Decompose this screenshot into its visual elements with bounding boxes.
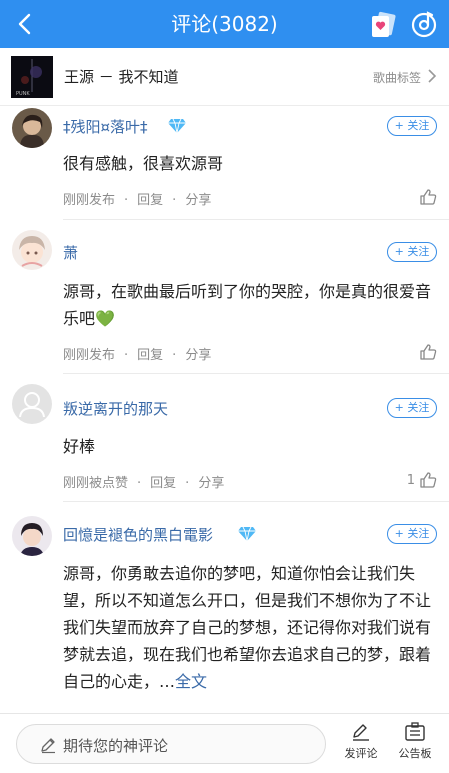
follow-button[interactable]: + 关注 [387, 524, 437, 544]
notice-board-label: 公告板 [398, 747, 432, 760]
song-tag-link[interactable]: 歌曲标签 [373, 69, 421, 86]
full-text-link[interactable]: 全文 [175, 672, 207, 691]
diamond-vip-icon [238, 526, 256, 542]
svg-text:PUNK: PUNK [16, 91, 30, 97]
avatar[interactable] [12, 384, 52, 424]
card-heart-icon[interactable] [369, 10, 397, 38]
comment-item: ‡残阳¤落叶‡ + 关注 很有感触，很喜欢源哥 刚刚发布 · 回复 · 分享 [0, 106, 449, 220]
username[interactable]: ‡残阳¤落叶‡ [63, 116, 148, 137]
comment-time: 刚刚被点赞 [63, 476, 129, 491]
post-comment-button[interactable]: 发评论 [339, 722, 383, 768]
comment-count: (3082) [211, 12, 278, 36]
divider [63, 501, 449, 502]
share-button[interactable]: 分享 [185, 348, 211, 363]
comment-text: 很有感触，很喜欢源哥 [63, 154, 224, 173]
comment-placeholder: 期待您的神评论 [63, 737, 169, 755]
thumb-up-icon[interactable] [419, 343, 437, 361]
board-icon [405, 722, 425, 741]
music-disc-icon[interactable] [410, 10, 438, 38]
follow-button[interactable]: + 关注 [387, 242, 437, 262]
comment-meta: 刚刚被点赞 · 回复 · 分享 [63, 476, 225, 491]
like-count: 1 [406, 473, 415, 488]
comment-text: 好棒 [63, 437, 96, 456]
avatar[interactable] [12, 516, 52, 556]
follow-button[interactable]: + 关注 [387, 116, 437, 136]
pencil-icon [353, 724, 369, 741]
reply-button[interactable]: 回复 [137, 193, 163, 208]
pencil-icon [41, 738, 55, 754]
share-button[interactable]: 分享 [185, 193, 211, 208]
post-comment-label: 发评论 [344, 747, 378, 760]
comment-item: 萧 + 关注 源哥，在歌曲最后听到了你的哭腔，你是真的很爱音乐吧💚 刚刚发布 · 回… [0, 228, 449, 374]
comment-item: 叛逆离开的那天 + 关注 好棒 刚刚被点赞 · 回复 · 分享 1 [0, 382, 449, 502]
album-cover: PUNK [11, 56, 53, 98]
title-label: 评论 [171, 12, 212, 36]
comment-text: 源哥，你勇敢去追你的梦吧，知道你怕会让我们失望，所以不知道怎么开口，但是我们不想… [63, 560, 433, 695]
thumb-up-icon[interactable] [419, 471, 437, 489]
thumb-up-icon[interactable] [419, 188, 437, 206]
avatar[interactable] [12, 230, 52, 270]
divider [63, 373, 449, 374]
reply-button[interactable]: 回复 [150, 476, 176, 491]
comment-item: 回憶是褪色的黑白電影 + 关注 源哥，你勇敢去追你的梦吧，知道你怕会让我们失望，… [0, 510, 449, 710]
comment-time: 刚刚发布 [63, 193, 116, 208]
username[interactable]: 回憶是褪色的黑白電影 [63, 524, 213, 545]
follow-button[interactable]: + 关注 [387, 398, 437, 418]
song-title: 王源 － 我不知道 [64, 68, 179, 86]
chevron-right-icon [428, 69, 437, 83]
username[interactable]: 叛逆离开的那天 [63, 398, 168, 419]
diamond-vip-icon [168, 118, 186, 134]
comment-input[interactable]: 期待您的神评论 [16, 724, 326, 764]
comment-body: 源哥，你勇敢去追你的梦吧，知道你怕会让我们失望，所以不知道怎么开口，但是我们不想… [63, 564, 432, 691]
song-row[interactable]: PUNK 王源 － 我不知道 歌曲标签 [0, 48, 449, 106]
notice-board-button[interactable]: 公告板 [393, 722, 437, 768]
comment-text: 源哥，在歌曲最后听到了你的哭腔，你是真的很爱音乐吧💚 [63, 282, 432, 328]
comment-meta: 刚刚发布 · 回复 · 分享 [63, 348, 212, 363]
bottom-bar: 期待您的神评论 发评论 公告板 [0, 713, 449, 773]
username[interactable]: 萧 [63, 242, 78, 263]
comment-time: 刚刚发布 [63, 348, 116, 363]
share-button[interactable]: 分享 [198, 476, 224, 491]
avatar[interactable] [12, 108, 52, 148]
comment-meta: 刚刚发布 · 回复 · 分享 [63, 193, 212, 208]
top-bar: 评论(3082) [0, 0, 449, 48]
reply-button[interactable]: 回复 [137, 348, 163, 363]
divider [63, 219, 449, 220]
